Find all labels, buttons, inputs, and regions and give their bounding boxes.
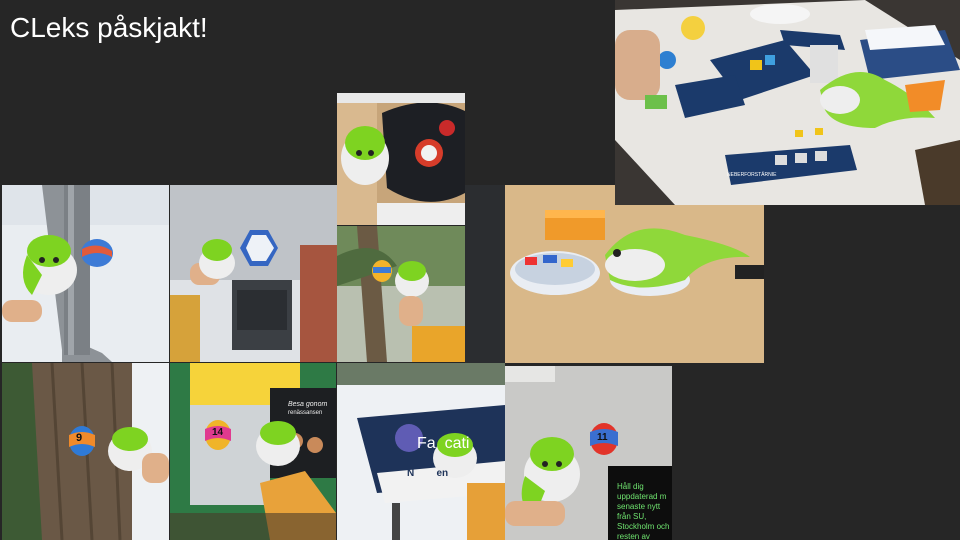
faculty-sign-text-2: N en <box>407 468 449 479</box>
photo-mailbox-sign <box>170 185 337 362</box>
faculty-sign-text-1: Fa cati <box>417 435 470 452</box>
photo-table-candy <box>465 185 764 363</box>
slide-title: CLeks påskjakt! <box>10 12 208 43</box>
info-line-4: från SU, <box>617 512 647 521</box>
photo-poster-egg: 14 Besa gonom renässansen <box>170 363 336 540</box>
info-line-6: resten av <box>617 532 650 540</box>
info-line-5: Stockholm och <box>617 522 670 531</box>
photo-board-game: NEBERFORSTÄRNIE <box>615 0 960 205</box>
photo-wall-egg: 11 Håll dig uppdaterad m senaste nytt fr… <box>505 366 672 540</box>
photo-pole-snow <box>2 185 169 362</box>
photo-tree-trunk: 9 <box>2 363 169 540</box>
photo-faculty-sign: Fa cati N en <box>337 363 505 540</box>
photo-plush-jacket <box>337 93 465 225</box>
poster-text-2: renässansen <box>288 410 323 416</box>
info-line-1: Håll dig <box>617 482 644 491</box>
poster-text-1: Besa gonom <box>288 401 328 408</box>
info-line-3: senaste nytt <box>617 502 661 511</box>
egg-number-11: 11 <box>597 432 608 443</box>
egg-number-9: 9 <box>76 432 83 444</box>
board-title-text: NEBERFORSTÄRNIE <box>727 171 777 178</box>
info-line-2: uppdaterad m <box>617 492 667 501</box>
egg-number-14: 14 <box>212 427 224 438</box>
photo-tree-egg <box>337 226 465 362</box>
info-screen: Håll dig uppdaterad m senaste nytt från … <box>617 482 672 540</box>
